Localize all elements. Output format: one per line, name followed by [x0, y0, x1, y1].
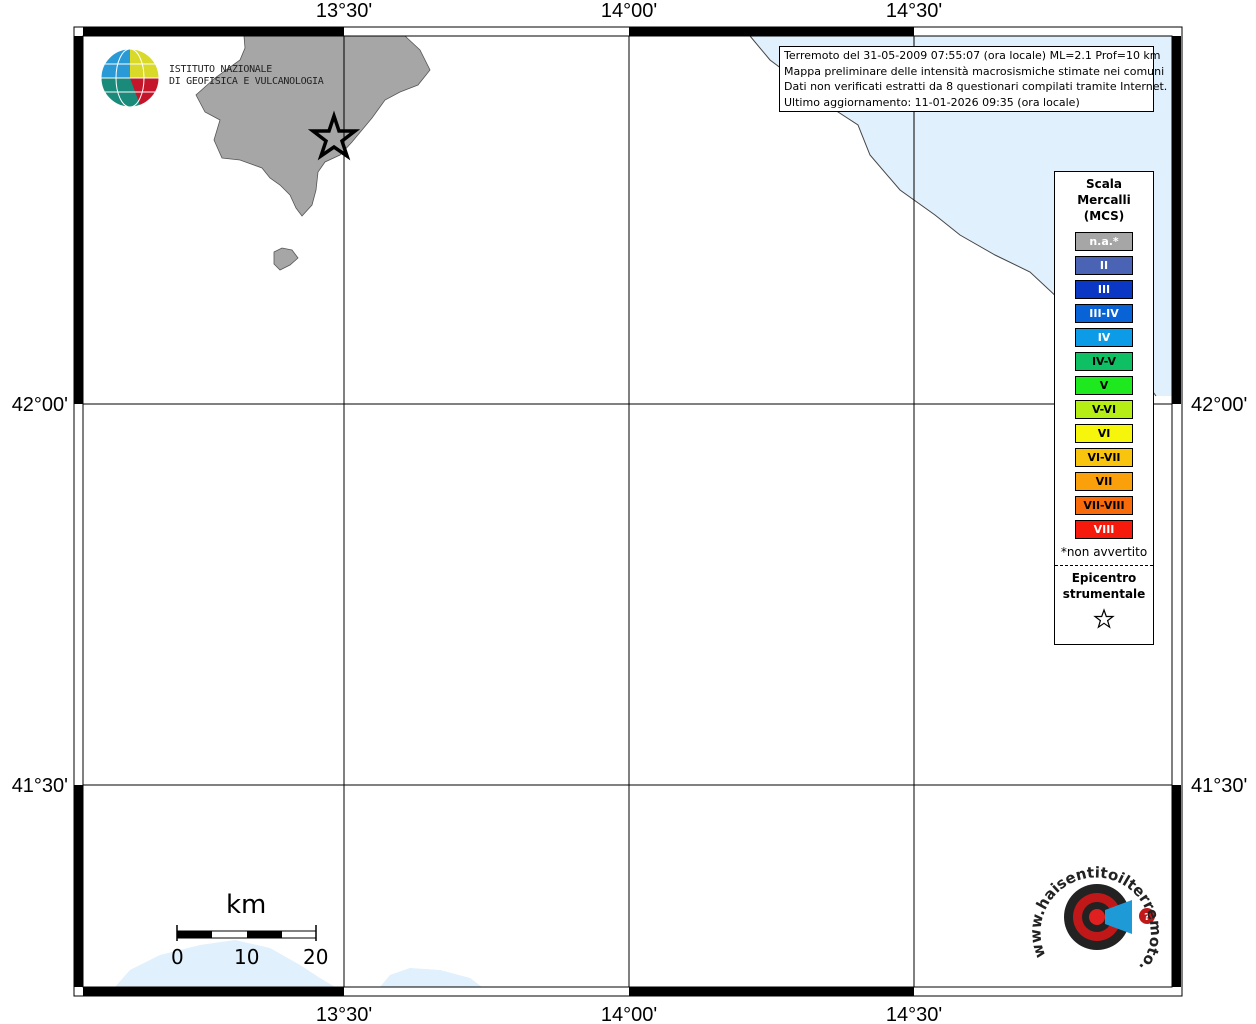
- info-line3: Dati non verificati estratti da 8 questi…: [784, 80, 1168, 93]
- legend-item-2: III: [1075, 280, 1133, 299]
- lat-label-left-2: 41°30': [12, 775, 68, 797]
- legend-title-text: Scala Mercalli (MCS): [1077, 177, 1131, 223]
- sea-tyrrhenian-left: [115, 940, 335, 987]
- legend-item-3: III-IV: [1075, 304, 1133, 323]
- info-line4: Ultimo aggiornamento: 11-01-2026 09:35 (…: [784, 95, 1080, 109]
- lon-label-bottom-2: 14°00': [601, 1004, 657, 1024]
- lon-label-bottom-3: 14°30': [886, 1004, 942, 1024]
- scale-bar: [176, 925, 317, 941]
- legend-item-1: II: [1075, 256, 1133, 275]
- earthquake-info-box: Terremoto del 31-05-2009 07:55:07 (ora l…: [779, 46, 1168, 112]
- legend-item-9: VI-VII: [1075, 448, 1133, 467]
- land-region: [195, 35, 431, 217]
- legend-note: *non avvertito: [1060, 545, 1148, 559]
- lat-label-left-1: 42°00': [12, 394, 68, 416]
- legend-items: n.a.* II III III-IV IV IV-V V V-VI VI VI-VII VII VI…: [1055, 232, 1153, 539]
- legend-item-10: VII: [1075, 472, 1133, 491]
- legend-item-4: IV: [1075, 328, 1133, 347]
- legend-item-6: V: [1075, 376, 1133, 395]
- lat-label-right-1: 42°00': [1191, 394, 1247, 416]
- ingv-logo-text: ISTITUTO NAZIONALE DI GEOFISICA E VULCAN…: [169, 64, 324, 88]
- ingv-logo-icon: [100, 48, 160, 108]
- legend-item-7: V-VI: [1075, 400, 1133, 419]
- legend-item-5: IV-V: [1075, 352, 1133, 371]
- legend-item-12: VIII: [1075, 520, 1133, 539]
- info-line1: Terremoto del 31-05-2009 07:55:07 (ora l…: [784, 49, 1161, 62]
- lon-label-bottom-1: 13°30': [316, 1004, 372, 1024]
- legend-item-0: n.a.*: [1075, 232, 1133, 251]
- legend-epicenter-label: Epicentro strumentale: [1055, 570, 1153, 602]
- info-line2: Mappa preliminare delle intensità macros…: [784, 64, 1165, 78]
- ingv-line1: ISTITUTO NAZIONALE: [169, 64, 272, 75]
- legend-item-11: VII-VIII: [1075, 496, 1133, 515]
- mcs-legend: Scala Mercalli (MCS) n.a.* II III III-IV IV I…: [1054, 171, 1154, 645]
- lon-label-top-1: 13°30': [316, 0, 372, 22]
- scale-label-10: 10: [234, 945, 260, 969]
- lat-label-right-2: 41°30': [1191, 775, 1247, 797]
- legend-title: Scala Mercalli (MCS): [1055, 176, 1153, 224]
- island: [273, 247, 299, 271]
- lon-label-top-2: 14°00': [601, 0, 657, 22]
- scale-unit-label: km: [226, 890, 267, 920]
- legend-star-icon: [1093, 608, 1115, 629]
- sea-tyrrhenian-right: [380, 968, 482, 987]
- legend-separator: [1055, 565, 1153, 566]
- ingv-line2: DI GEOFISICA E VULCANOLOGIA: [169, 76, 324, 87]
- legend-item-8: VI: [1075, 424, 1133, 443]
- scale-label-0: 0: [171, 945, 184, 969]
- scale-label-20: 20: [303, 945, 329, 969]
- lon-label-top-3: 14°30': [886, 0, 942, 22]
- legend-epicenter-text: Epicentro strumentale: [1062, 571, 1146, 601]
